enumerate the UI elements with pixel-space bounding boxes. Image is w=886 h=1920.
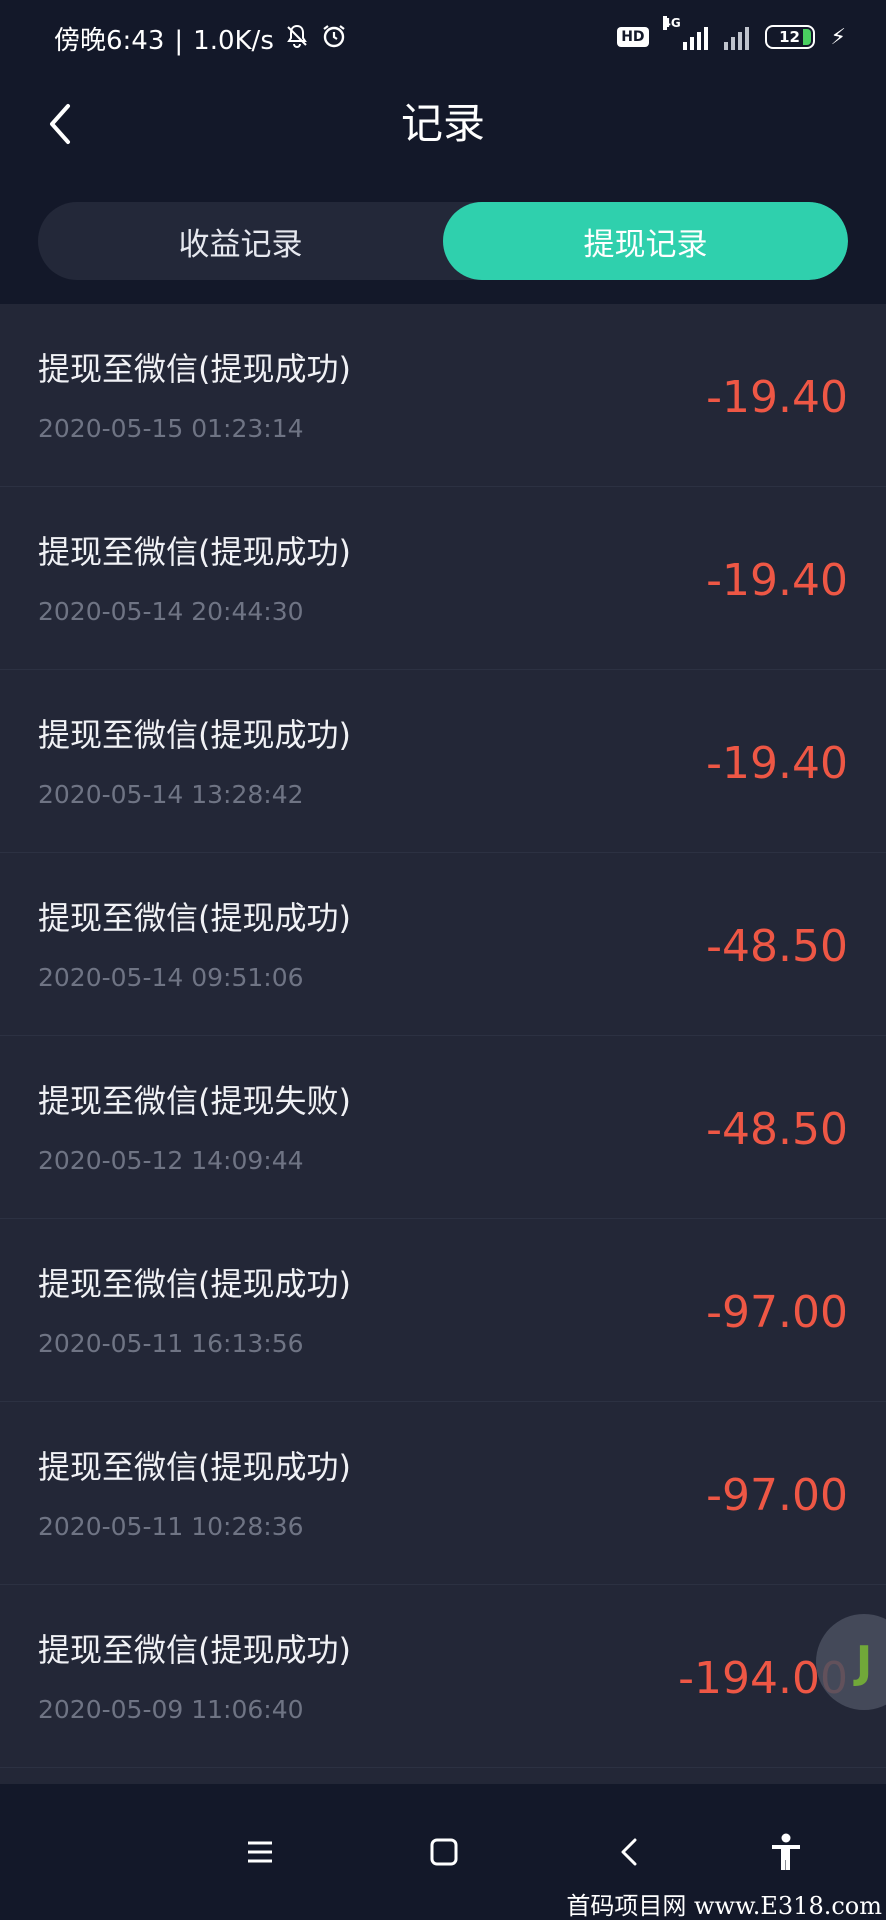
record-time: 2020-05-14 13:28:42 bbox=[38, 780, 304, 809]
record-amount: -19.40 bbox=[706, 738, 848, 789]
record-amount: -19.40 bbox=[706, 555, 848, 606]
withdraw-record-list[interactable]: 提现至微信(提现成功) 2020-05-15 01:23:14 -19.40 提… bbox=[0, 304, 886, 1784]
home-square-icon bbox=[430, 1838, 458, 1866]
list-item[interactable]: 提现至微信(提现成功) 2020-05-14 13:28:42 -19.40 bbox=[0, 670, 886, 853]
watermark: 首码项目网 www.E318.com bbox=[562, 1886, 886, 1920]
record-amount: -19.40 bbox=[706, 372, 848, 423]
accessibility-person-icon bbox=[772, 1833, 800, 1870]
record-time: 2020-05-11 16:13:56 bbox=[38, 1329, 304, 1358]
record-time: 2020-05-11 10:28:36 bbox=[38, 1512, 304, 1541]
mute-bell-icon bbox=[284, 23, 310, 59]
status-time: 傍晚6:43 bbox=[54, 26, 165, 56]
battery-level: 12 bbox=[779, 28, 800, 46]
record-time: 2020-05-09 11:06:40 bbox=[38, 1695, 304, 1724]
record-title: 提现至微信(提现成功) bbox=[38, 533, 351, 571]
status-bar: 傍晚6:43 | 1.0K/s HD 4G 12 ⚡ bbox=[0, 0, 886, 80]
list-item[interactable]: 提现至微信(提现成功) 2020-05-11 16:13:56 -97.00 bbox=[0, 1219, 886, 1402]
list-item[interactable]: 提现至微信(提现成功) 2020-05-09 11:06:40 -194.00 bbox=[0, 1585, 886, 1768]
tab-withdraw-records[interactable]: 提现记录 bbox=[443, 202, 848, 280]
hd-badge: HD bbox=[617, 27, 649, 47]
record-title: 提现至微信(提现失败) bbox=[38, 1082, 351, 1120]
accessibility-button[interactable] bbox=[756, 1824, 816, 1880]
chevron-left-icon bbox=[621, 1838, 637, 1866]
charging-bolt-icon: ⚡ bbox=[830, 24, 846, 50]
signal-icon bbox=[723, 24, 749, 50]
record-amount: -97.00 bbox=[706, 1470, 848, 1521]
record-time: 2020-05-12 14:09:44 bbox=[38, 1146, 304, 1175]
home-button[interactable] bbox=[414, 1824, 474, 1880]
record-amount: -48.50 bbox=[706, 1104, 848, 1155]
menu-button[interactable] bbox=[230, 1824, 290, 1880]
record-time: 2020-05-14 20:44:30 bbox=[38, 597, 304, 626]
navigation-bar: 记录 bbox=[0, 80, 886, 200]
status-speed: 1.0K/s bbox=[193, 26, 274, 56]
battery-icon: 12 bbox=[764, 25, 815, 49]
network-type: 4G bbox=[662, 16, 681, 30]
record-time: 2020-05-15 01:23:14 bbox=[38, 414, 304, 443]
list-item[interactable]: 提现至微信(提现成功) 2020-05-15 01:23:14 -19.40 bbox=[0, 304, 886, 487]
system-back-button[interactable] bbox=[600, 1824, 660, 1880]
status-right: HD 4G 12 ⚡ bbox=[617, 16, 846, 50]
record-title: 提现至微信(提现成功) bbox=[38, 1631, 351, 1669]
record-title: 提现至微信(提现成功) bbox=[38, 899, 351, 937]
status-separator: | bbox=[174, 26, 184, 56]
signal-4g-icon: 4G bbox=[662, 16, 708, 50]
record-time: 2020-05-14 09:51:06 bbox=[38, 963, 304, 992]
list-item[interactable]: 提现至微信(提现成功) 2020-05-14 09:51:06 -48.50 bbox=[0, 853, 886, 1036]
list-item[interactable]: 提现至微信(提现成功) 2020-05-14 20:44:30 -19.40 bbox=[0, 487, 886, 670]
status-left: 傍晚6:43 | 1.0K/s bbox=[54, 22, 348, 60]
screen: 傍晚6:43 | 1.0K/s HD 4G 12 ⚡ 记录 收益记录 提现记录 … bbox=[0, 0, 886, 1920]
record-amount: -97.00 bbox=[706, 1287, 848, 1338]
list-item[interactable]: 提现至微信(提现失败) 2020-05-12 14:09:44 -48.50 bbox=[0, 1036, 886, 1219]
record-amount: -48.50 bbox=[706, 921, 848, 972]
menu-icon bbox=[248, 1841, 272, 1863]
record-title: 提现至微信(提现成功) bbox=[38, 1265, 351, 1303]
floating-badge-label: J bbox=[855, 1636, 873, 1688]
alarm-clock-icon bbox=[320, 22, 348, 60]
record-title: 提现至微信(提现成功) bbox=[38, 716, 351, 754]
record-title: 提现至微信(提现成功) bbox=[38, 350, 351, 388]
record-tabs: 收益记录 提现记录 bbox=[38, 202, 848, 280]
page-title: 记录 bbox=[400, 99, 485, 148]
list-item[interactable]: 提现至微信(提现成功) 2020-05-11 10:28:36 -97.00 bbox=[0, 1402, 886, 1585]
record-title: 提现至微信(提现成功) bbox=[38, 1448, 351, 1486]
tab-earnings-records[interactable]: 收益记录 bbox=[38, 202, 443, 280]
